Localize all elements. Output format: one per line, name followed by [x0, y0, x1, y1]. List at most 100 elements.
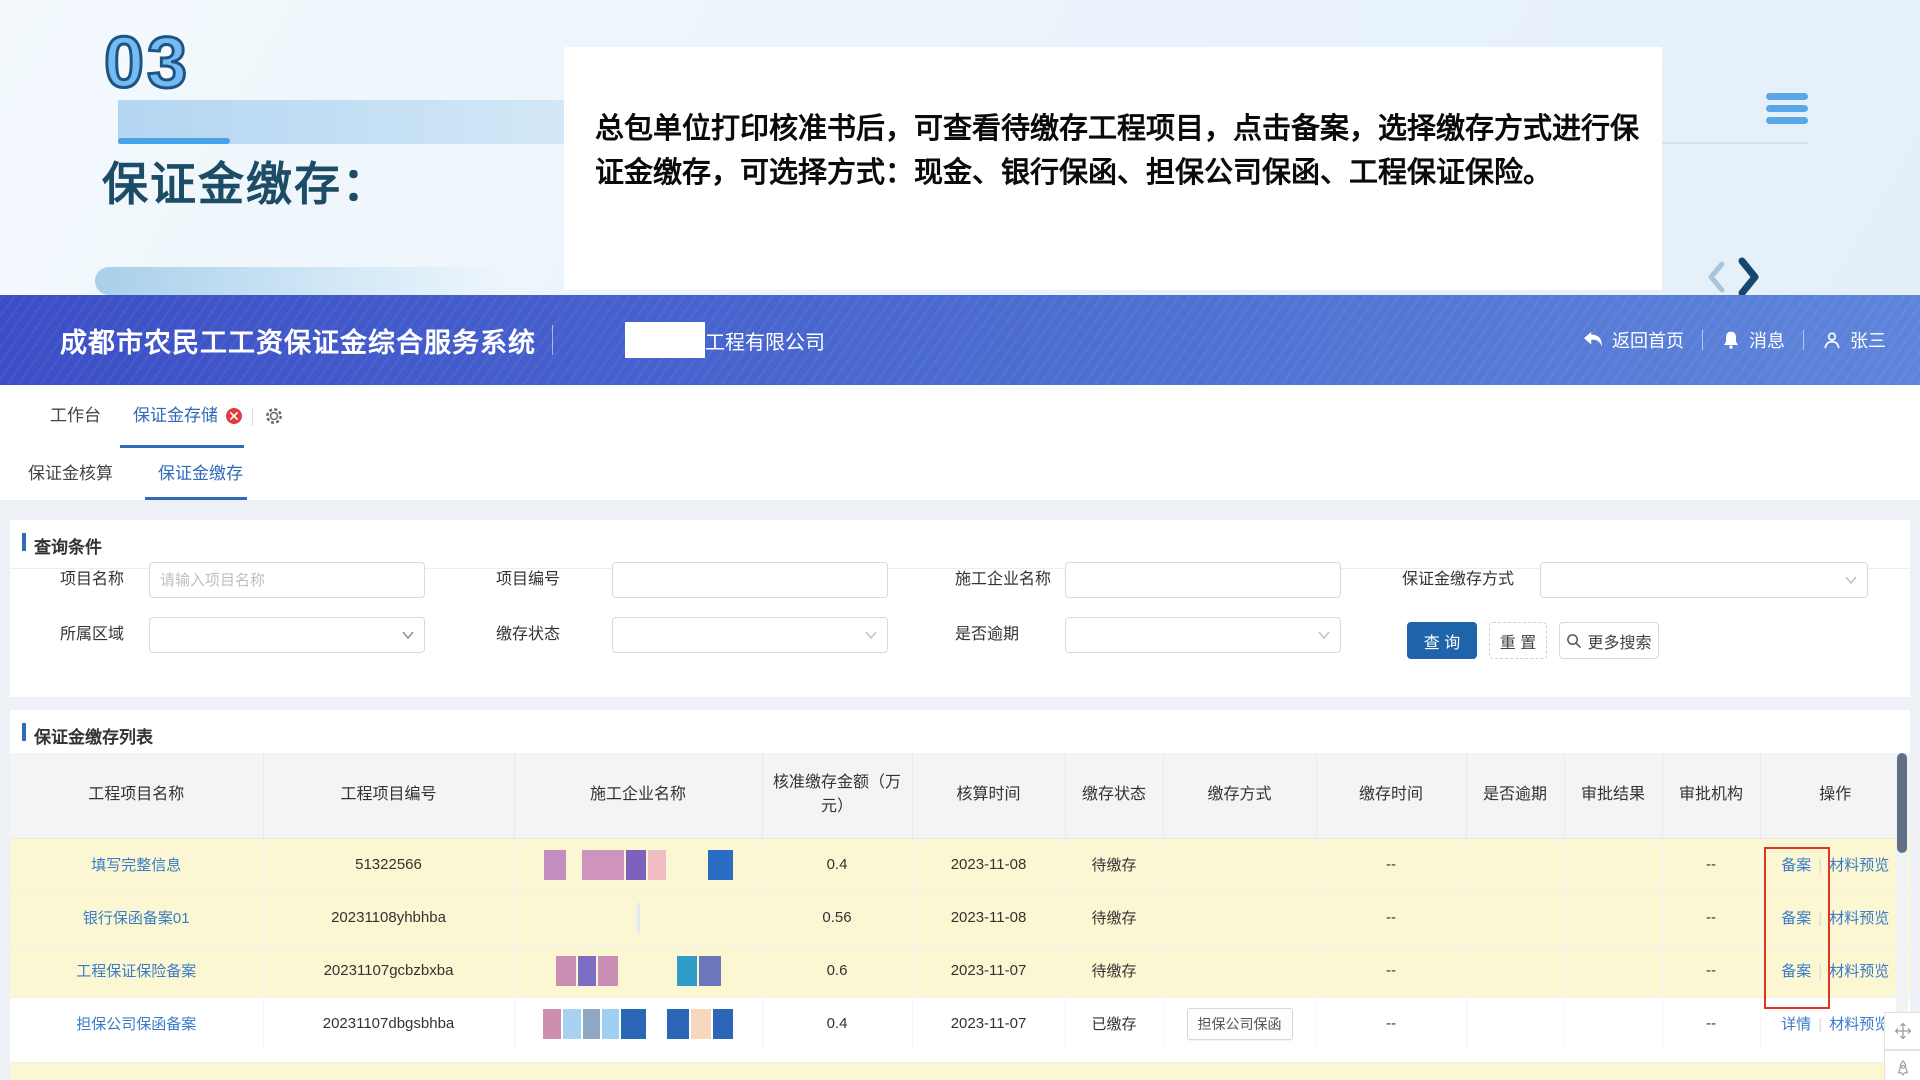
redacted-block	[556, 956, 576, 986]
column-header: 核算时间	[912, 753, 1065, 838]
redacted-block	[544, 850, 566, 880]
redacted-block	[691, 1009, 711, 1039]
project-name-link[interactable]: 工程保证保险备案	[76, 963, 196, 980]
company-redacted-cell	[514, 838, 762, 891]
redacted-block	[598, 956, 618, 986]
redacted-block	[543, 1009, 561, 1039]
settings-gear-icon[interactable]	[264, 406, 284, 431]
redacted-block	[583, 1009, 600, 1039]
decor-title-band	[95, 267, 505, 295]
subtab-deposit-payment[interactable]: 保证金缴存	[158, 448, 243, 499]
company-redacted-cell	[514, 997, 762, 1050]
column-header: 审批机构	[1662, 753, 1760, 838]
redacted-block	[699, 956, 721, 986]
scrollbar-thumb[interactable]	[1897, 753, 1907, 853]
column-header: 工程项目编号	[263, 753, 514, 838]
system-title: 成都市农民工工资保证金综合服务系统	[60, 321, 536, 360]
project-name-link[interactable]: 担保公司保函备案	[76, 1016, 196, 1033]
column-header: 操作	[1760, 753, 1910, 838]
project-code-input[interactable]	[612, 562, 888, 598]
project-name-input[interactable]	[149, 562, 425, 598]
menu-icon[interactable]	[1766, 93, 1808, 124]
divider	[552, 325, 553, 355]
column-header: 核准缴存金额（万元）	[762, 753, 912, 838]
table-row: 工程保证保险备案20231107gcbzbxba0.62023-11-07待缴存…	[10, 944, 1910, 997]
move-tool-button[interactable]	[1884, 1012, 1920, 1050]
action-link[interactable]: 材料预览	[1829, 857, 1889, 874]
subtab-deposit-accounting[interactable]: 保证金核算	[28, 448, 113, 499]
back-arrow-icon	[1582, 331, 1604, 349]
action-link[interactable]: 材料预览	[1829, 910, 1889, 927]
app-header: 成都市农民工工资保证金综合服务系统 工程有限公司 返回首页 消息	[0, 295, 1920, 385]
more-search-button[interactable]: 更多搜索	[1559, 622, 1659, 659]
decor-underline	[118, 138, 230, 144]
instruction-card: 总包单位打印核准书后，可查看待缴存工程项目，点击备案，选择缴存方式进行保证金缴存…	[564, 47, 1662, 290]
action-link[interactable]: 详情	[1781, 1016, 1811, 1033]
floating-toolbar	[1884, 1012, 1920, 1080]
active-subtab-underline	[145, 497, 247, 500]
table-row-partial	[10, 1062, 1910, 1080]
step-title: 保证金缴存：	[102, 148, 390, 214]
field-label-project-code: 项目编号	[496, 562, 560, 598]
tab-bar: 工作台 保证金存储	[0, 385, 1920, 449]
field-label-project-name: 项目名称	[60, 562, 124, 598]
company-name-suffix: 工程有限公司	[705, 326, 825, 355]
table-row: 填写完整信息513225660.42023-11-08待缴存----备案|材料预…	[10, 838, 1910, 891]
messages-button[interactable]: 消息	[1721, 327, 1785, 353]
tutorial-hero: 03 保证金缴存： 总包单位打印核准书后，可查看待缴存工程项目，点击备案，选择缴…	[0, 0, 1920, 295]
search-button[interactable]: 查 询	[1407, 622, 1477, 659]
project-name-link[interactable]: 银行保函备案01	[83, 910, 190, 927]
rocket-icon	[1895, 1060, 1911, 1078]
actions-cell: 备案|材料预览	[1760, 891, 1910, 944]
company-name-input[interactable]	[1065, 562, 1341, 598]
divider: |	[1818, 963, 1822, 980]
redacted-block	[620, 956, 675, 986]
step-number: 03	[104, 22, 190, 104]
rocket-tool-button[interactable]	[1884, 1050, 1920, 1080]
action-link[interactable]: 材料预览	[1829, 963, 1889, 980]
redacted-block	[578, 956, 596, 986]
redacted-block	[563, 1009, 581, 1039]
reset-button[interactable]: 重 置	[1489, 622, 1547, 659]
back-home-button[interactable]: 返回首页	[1582, 327, 1684, 353]
list-section-title: 保证金缴存列表	[10, 710, 1910, 758]
divider: |	[1818, 1016, 1822, 1033]
redacted-block	[713, 1009, 733, 1039]
bell-icon	[1721, 330, 1741, 350]
action-link[interactable]: 材料预览	[1829, 1016, 1889, 1033]
redacted-block	[568, 850, 580, 880]
action-link[interactable]: 备案	[1781, 963, 1811, 980]
company-redacted-cell	[514, 891, 762, 944]
action-link[interactable]: 备案	[1781, 910, 1811, 927]
table-row: 银行保函备案0120231108yhbhba0.562023-11-08待缴存-…	[10, 891, 1910, 944]
tab-deposit-storage[interactable]: 保证金存储	[133, 385, 242, 447]
project-name-link[interactable]: 填写完整信息	[91, 857, 181, 874]
next-arrow-icon[interactable]	[1733, 256, 1763, 298]
user-icon	[1822, 330, 1842, 350]
query-panel: 查询条件 项目名称 项目编号 施工企业名称 保证金缴存方式 所属区域	[10, 520, 1910, 697]
divider: |	[1818, 857, 1822, 874]
company-redacted-cell	[514, 944, 762, 997]
redacted-company-name	[625, 322, 705, 358]
deposit-method-tag: 担保公司保函	[1187, 1008, 1293, 1040]
deposit-method-select[interactable]	[1540, 562, 1868, 598]
column-header: 缴存状态	[1065, 753, 1163, 838]
column-header: 审批结果	[1564, 753, 1662, 838]
decor-line	[1660, 142, 1808, 144]
chevron-down-icon	[1845, 576, 1857, 584]
redacted-block	[648, 850, 666, 880]
user-menu[interactable]: 张三	[1822, 327, 1886, 353]
action-link[interactable]: 备案	[1781, 857, 1811, 874]
column-header: 施工企业名称	[514, 753, 762, 838]
close-tab-icon[interactable]	[226, 408, 242, 424]
redacted-block	[648, 1009, 665, 1039]
column-header: 缴存时间	[1316, 753, 1466, 838]
field-label-deposit-method: 保证金缴存方式	[1402, 562, 1514, 598]
column-header: 是否逾期	[1466, 753, 1564, 838]
tab-workbench[interactable]: 工作台	[50, 385, 101, 447]
actions-cell: 备案 | 材料预览	[1760, 944, 1910, 997]
divider	[1803, 330, 1804, 350]
search-icon	[1566, 633, 1581, 648]
column-header: 缴存方式	[1163, 753, 1316, 838]
prev-arrow-icon[interactable]	[1703, 258, 1729, 296]
